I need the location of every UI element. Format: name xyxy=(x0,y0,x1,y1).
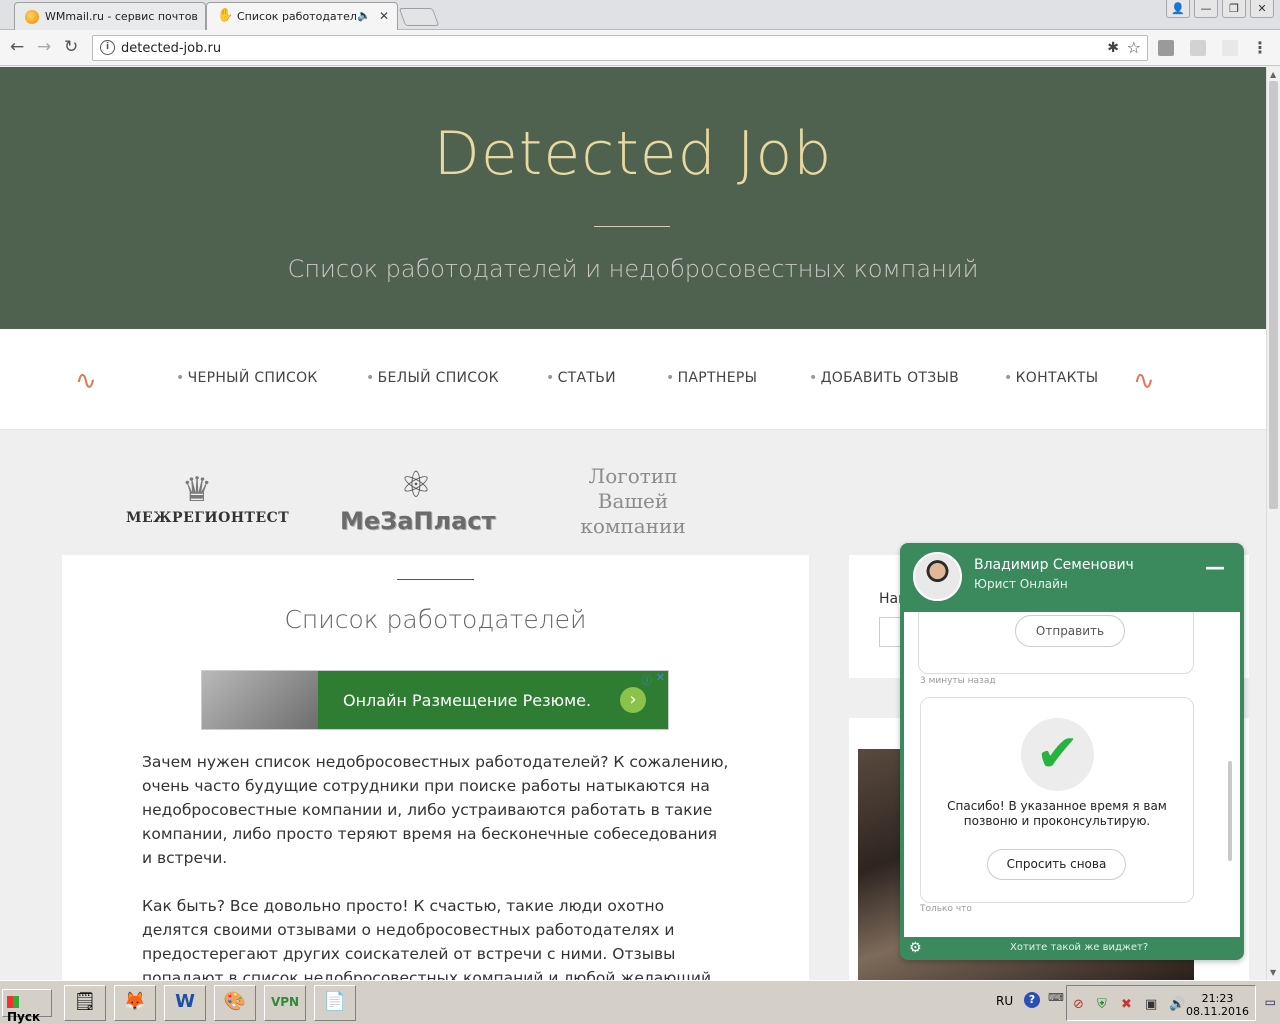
ad-info-icon[interactable]: ⓘ xyxy=(642,672,652,687)
scroll-down-icon[interactable]: ▼ xyxy=(1270,968,1276,977)
message-timestamp: 3 минуты назад xyxy=(920,676,996,686)
eagle-icon: ♛ xyxy=(181,470,213,510)
taskbar-app-notepad[interactable]: 🗒 xyxy=(64,985,106,1021)
window-controls: 👤 — ❐ ✕ xyxy=(1166,0,1274,18)
url-text: detected-job.ru xyxy=(121,41,222,56)
address-bar[interactable]: i detected-job.ru ✱ ☆ xyxy=(92,35,1148,61)
taskbar-app-vpn[interactable]: VPN xyxy=(264,985,306,1021)
nav-item-partners[interactable]: • ПАРТНЕРЫ xyxy=(666,370,757,386)
clock[interactable]: 21:23 08.11.2016 xyxy=(1186,992,1249,1018)
minimize-icon[interactable]: — xyxy=(1205,557,1225,577)
ad-close-icon[interactable]: ✕ xyxy=(656,671,665,684)
antivirus-icon[interactable]: ⊘ xyxy=(1073,997,1084,1012)
ad-text: Онлайн Размещение Резюме. xyxy=(343,691,592,710)
site-subtitle: Список работодателей и недобросовестных … xyxy=(287,255,979,283)
puzzle-icon[interactable]: ✱ xyxy=(1107,40,1119,56)
header-divider xyxy=(594,226,670,227)
site-title[interactable]: Detected Job xyxy=(0,119,1266,189)
ad-photo xyxy=(202,671,318,729)
shield-icon[interactable]: ⛨ xyxy=(1097,997,1107,1012)
ad-banner[interactable]: Онлайн Размещение Резюме. › ⓘ ✕ xyxy=(201,670,669,730)
tab-title: Список работодател xyxy=(237,10,357,23)
taskbar-app-word[interactable]: W xyxy=(164,985,206,1021)
new-tab-button[interactable] xyxy=(398,8,440,26)
widget-promo-link[interactable]: Хотите такой же виджет? xyxy=(1010,942,1148,953)
message-timestamp: Только что xyxy=(920,904,972,914)
help-icon[interactable]: ? xyxy=(1024,992,1040,1008)
search-extension-icon[interactable] xyxy=(1222,40,1238,56)
second-paragraph: Как быть? Все довольно просто! К счастью… xyxy=(142,897,712,980)
chat-body: Отправить 3 минуты назад ✔ Спасибо! В ук… xyxy=(904,612,1240,937)
browser-tab-detected-job[interactable]: ✋ Список работодател 🔈 ✕ xyxy=(206,2,398,31)
chevron-right-icon[interactable]: › xyxy=(620,687,646,713)
site-header: Detected Job Список работодателей и недо… xyxy=(0,67,1266,329)
main-content: Список работодателей Онлайн Размещение Р… xyxy=(62,555,809,980)
partner-logos: ♛ МЕЖРЕГИОНТЕСТ ⚛ МеЗаПласт Логотип Ваше… xyxy=(0,430,1266,555)
browser-tab-wmmail[interactable]: WMmail.ru - сервис почтов xyxy=(14,2,206,30)
language-indicator[interactable]: RU xyxy=(996,994,1013,1008)
partner-logo-mezhregiontest[interactable]: ♛ МЕЖРЕГИОНТЕСТ xyxy=(126,470,289,526)
taskbar-app-firefox[interactable]: 🦊 xyxy=(114,985,156,1021)
checkmark-icon: ✔ xyxy=(1021,718,1094,791)
forward-arrow-icon[interactable]: → xyxy=(37,37,51,57)
page-scrollbar[interactable]: ▲ ▼ xyxy=(1266,67,1280,980)
intro-paragraph: Зачем нужен список недобросовестных рабо… xyxy=(142,753,729,867)
close-tab-icon[interactable]: ✕ xyxy=(379,9,389,23)
profile-icon[interactable]: 👤 xyxy=(1166,0,1190,18)
scroll-up-icon[interactable]: ▲ xyxy=(1270,70,1276,79)
partner-logo-mezaplast[interactable]: ⚛ МеЗаПласт xyxy=(340,465,495,535)
page-title: Список работодателей xyxy=(284,605,587,634)
wmmail-favicon-icon xyxy=(25,10,39,24)
nav-item-articles[interactable]: • СТАТЬИ xyxy=(546,370,616,386)
reload-icon[interactable]: ↻ xyxy=(64,37,78,57)
browser-toolbar: ← → ↻ i detected-job.ru ✱ ☆ ⋮ xyxy=(0,30,1280,66)
content-divider xyxy=(397,579,474,580)
taskbar: Пуск 🗒 🦊 W 🎨 VPN 📄 RU ? ⌨ ⊘ ⛨ ✖ ▣ 🔊 21:2… xyxy=(0,980,1280,1024)
network-icon[interactable]: ▣ xyxy=(1145,997,1157,1012)
speaker-icon[interactable]: 🔈 xyxy=(357,9,371,22)
nav-item-blacklist[interactable]: • ЧЕРНЫЙ СПИСОК xyxy=(176,370,318,386)
avatar xyxy=(913,552,962,601)
extension-icon[interactable] xyxy=(1158,40,1174,56)
left-ornament-icon: ∿ xyxy=(75,366,97,396)
show-desktop-icon[interactable]: ▭ xyxy=(1265,995,1276,1009)
chat-message: Отправить xyxy=(918,612,1194,674)
back-arrow-icon[interactable]: ← xyxy=(10,37,24,57)
close-window-button[interactable]: ✕ xyxy=(1250,0,1274,18)
browser-tab-strip: WMmail.ru - сервис почтов ✋ Список работ… xyxy=(0,0,1280,31)
taskbar-app-paint[interactable]: 🎨 xyxy=(214,985,256,1021)
main-navigation: ∿ • ЧЕРНЫЙ СПИСОК • БЕЛЫЙ СПИСОК • СТАТЬИ •… xyxy=(0,329,1266,430)
chat-scrollbar[interactable] xyxy=(1228,761,1232,861)
keyboard-icon[interactable]: ⌨ xyxy=(1048,991,1064,1004)
agent-name: Владимир Семенович xyxy=(974,557,1134,573)
nav-item-add-review[interactable]: • ДОБАВИТЬ ОТЗЫВ xyxy=(809,370,959,386)
restore-window-button[interactable]: ❐ xyxy=(1222,0,1246,18)
right-ornament-icon: ∿ xyxy=(1133,366,1155,396)
chat-widget: Владимир Семенович Юрист Онлайн — Отправ… xyxy=(900,543,1244,960)
info-icon[interactable]: i xyxy=(100,40,115,55)
agent-role: Юрист Онлайн xyxy=(974,577,1068,591)
volume-icon[interactable]: 🔊 xyxy=(1169,997,1185,1012)
taskbar-app-document[interactable]: 📄 xyxy=(314,985,356,1021)
gear-icon[interactable]: ⚙ xyxy=(909,940,922,956)
bookmark-star-icon[interactable]: ☆ xyxy=(1127,38,1141,57)
system-tray: ⊘ ⛨ ✖ ▣ 🔊 21:23 08.11.2016 xyxy=(1066,985,1256,1021)
hand-favicon-icon: ✋ xyxy=(217,8,234,23)
menu-dots-icon[interactable]: ⋮ xyxy=(1252,38,1268,57)
windows-logo-icon xyxy=(7,996,19,1008)
start-button[interactable]: Пуск xyxy=(2,989,52,1024)
extension-icon[interactable] xyxy=(1190,40,1206,56)
network-error-icon[interactable]: ✖ xyxy=(1121,997,1132,1012)
partner-logo-placeholder[interactable]: Логотип Вашей компании xyxy=(560,464,706,539)
nav-item-whitelist[interactable]: • БЕЛЫЙ СПИСОК xyxy=(366,370,499,386)
thanks-message: Спасибо! В указанное время я вам позвоню… xyxy=(947,799,1167,828)
chat-message: ✔ Спасибо! В указанное время я вам позво… xyxy=(920,697,1194,903)
nav-item-contacts[interactable]: • КОНТАКТЫ xyxy=(1004,370,1098,386)
atom-icon: ⚛ xyxy=(399,465,433,506)
tab-title: WMmail.ru - сервис почтов xyxy=(45,10,198,23)
send-button[interactable]: Отправить xyxy=(1015,615,1125,647)
minimize-window-button[interactable]: — xyxy=(1194,0,1218,18)
scrollbar-thumb[interactable] xyxy=(1269,81,1278,509)
ask-again-button[interactable]: Спросить снова xyxy=(987,849,1126,880)
